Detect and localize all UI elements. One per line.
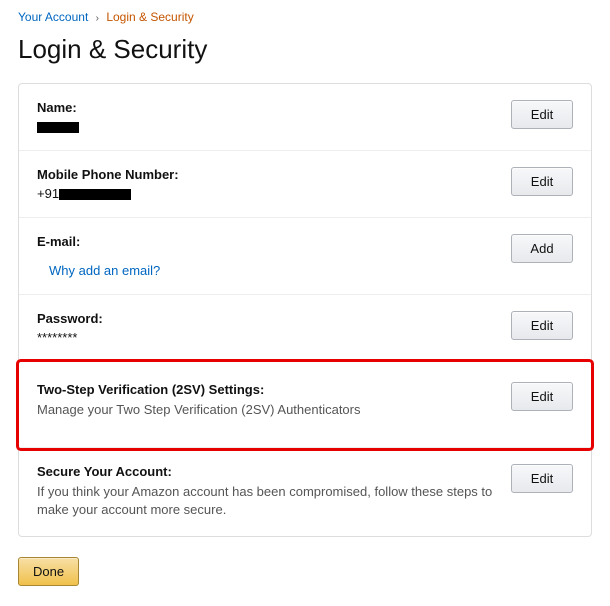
row-password: Password: ******** Edit	[19, 295, 591, 362]
password-value: ********	[37, 330, 495, 345]
edit-phone-button[interactable]: Edit	[511, 167, 573, 196]
row-secure-account: Secure Your Account: If you think your A…	[19, 448, 591, 535]
row-phone: Mobile Phone Number: +91 Edit	[19, 151, 591, 218]
breadcrumb-current: Login & Security	[106, 10, 193, 24]
edit-tsv-button[interactable]: Edit	[511, 382, 573, 411]
email-label: E-mail:	[37, 234, 495, 249]
row-two-step-verification: Two-Step Verification (2SV) Settings: Ma…	[19, 362, 591, 448]
done-row: Done	[18, 557, 592, 586]
name-label: Name:	[37, 100, 495, 115]
name-value	[37, 119, 495, 134]
password-label: Password:	[37, 311, 495, 326]
row-name: Name: Edit	[19, 84, 591, 151]
edit-password-button[interactable]: Edit	[511, 311, 573, 340]
page-title: Login & Security	[18, 34, 592, 65]
edit-secure-button[interactable]: Edit	[511, 464, 573, 493]
tsv-description: Manage your Two Step Verification (2SV) …	[37, 401, 495, 419]
add-email-button[interactable]: Add	[511, 234, 573, 263]
row-email: E-mail: Why add an email? Add	[19, 218, 591, 295]
why-add-email-link[interactable]: Why add an email?	[49, 263, 160, 278]
chevron-right-icon: ›	[96, 13, 99, 24]
done-button[interactable]: Done	[18, 557, 79, 586]
secure-label: Secure Your Account:	[37, 464, 495, 479]
tsv-label: Two-Step Verification (2SV) Settings:	[37, 382, 495, 397]
phone-value: +91	[37, 186, 495, 201]
phone-label: Mobile Phone Number:	[37, 167, 495, 182]
edit-name-button[interactable]: Edit	[511, 100, 573, 129]
breadcrumb-link-account[interactable]: Your Account	[18, 10, 88, 24]
secure-description: If you think your Amazon account has bee…	[37, 483, 495, 519]
settings-list: Name: Edit Mobile Phone Number: +91 Edit…	[18, 83, 592, 537]
breadcrumb: Your Account › Login & Security	[18, 10, 592, 24]
